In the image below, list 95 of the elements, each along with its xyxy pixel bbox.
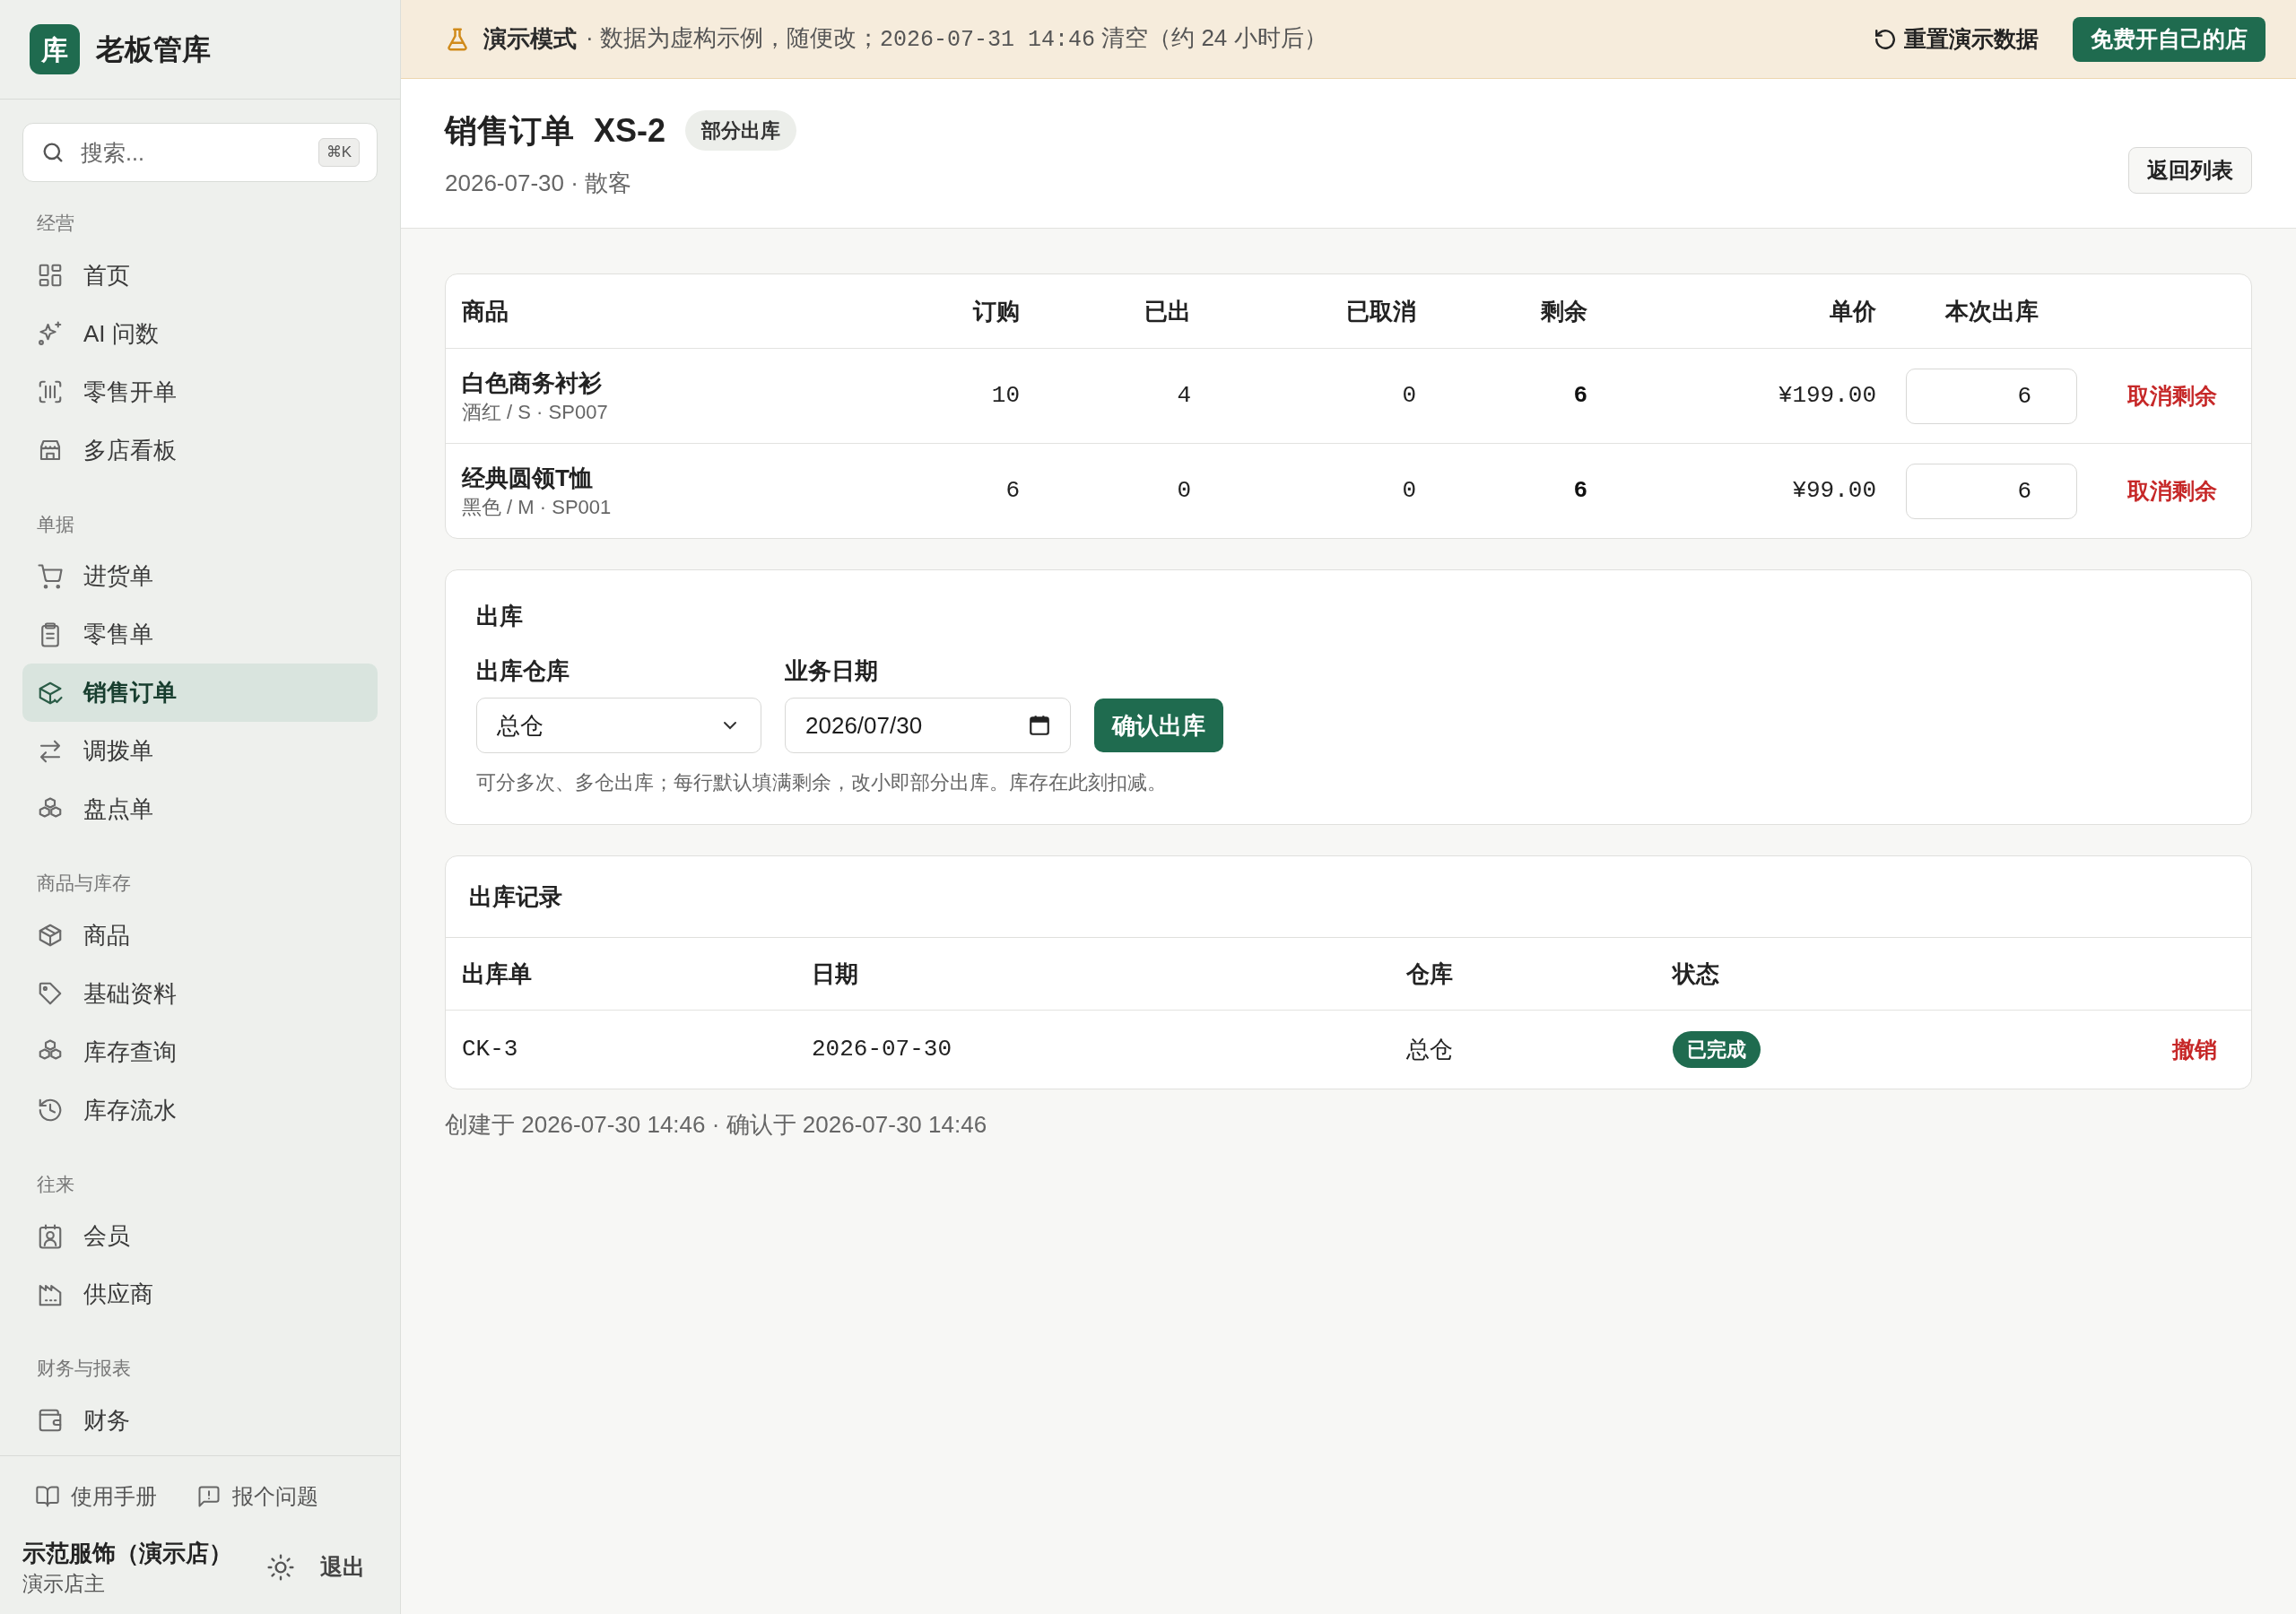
section-title: 出库记录 (469, 881, 562, 912)
field-label: 出库仓库 (476, 656, 570, 686)
column-header: 订购 (971, 296, 1020, 326)
column-header: 仓库 (1406, 959, 1454, 989)
nav-item[interactable]: 零售单 (22, 605, 378, 664)
status-badge: 部分出库 (685, 110, 797, 151)
timestamps-note: 创建于 2026-07-30 14:46 · 确认于 2026-07-30 14:46 (445, 1110, 988, 1140)
table-cell-text: 总仓 (1406, 1035, 1454, 1064)
shortcut-hint: ⌘K (317, 138, 360, 167)
logout-button[interactable]: 退出 (320, 1550, 365, 1584)
nav-item[interactable]: 库存查询 (22, 1022, 378, 1081)
order-meta: 2026-07-30 · 散客 (445, 168, 633, 198)
nav-item[interactable]: 零售开单 (22, 362, 378, 421)
theme-toggle-icon[interactable] (266, 1553, 295, 1582)
table-cell-text: 0 (1401, 476, 1416, 506)
user-role: 演示店主 (22, 1571, 106, 1597)
field-label: 业务日期 (785, 656, 879, 686)
page-title: 销售订单 (445, 110, 574, 151)
store-name: 示范服饰（演示店） (22, 1539, 233, 1568)
quantity-input[interactable]: 6 (1906, 463, 2077, 519)
table-cell-text: 0 (1176, 476, 1191, 506)
nav-item[interactable]: 调拨单 (22, 722, 378, 780)
section-title: 出库 (476, 602, 524, 631)
manual-link[interactable]: 使用手册 (35, 1480, 157, 1513)
cancel-remaining-link[interactable]: 取消剩余 (2127, 473, 2217, 508)
quantity-input[interactable]: 6 (1906, 368, 2077, 424)
product-name: 经典圆领T恤 (462, 463, 594, 493)
table-cell-text: 4 (1176, 381, 1191, 411)
product-name: 白色商务衬衫 (462, 368, 603, 398)
grid-icon (37, 262, 64, 289)
calendar-icon (1028, 714, 1051, 737)
demo-mode-label: 演示模式 (483, 24, 577, 54)
column-header: 状态 (1673, 959, 1720, 989)
nav-item[interactable]: 会员 (22, 1207, 378, 1265)
column-header: 商品 (462, 296, 509, 326)
date-field[interactable]: 2026/07/30 (785, 698, 1071, 753)
nav-item[interactable]: 首页 (22, 246, 378, 305)
table-cell-text: 0 (1401, 381, 1416, 411)
table-cell-text: 6 (1572, 381, 1587, 411)
order-number: XS-2 (594, 110, 666, 151)
message-icon (196, 1484, 222, 1509)
reset-icon (1874, 27, 1897, 51)
table-cell-text: ¥199.00 (1777, 381, 1876, 411)
nav-item[interactable]: AI 问数 (22, 304, 378, 363)
nav-item[interactable]: 财务 (22, 1391, 378, 1450)
column-header: 已取消 (1345, 296, 1416, 326)
column-header: 日期 (812, 959, 859, 989)
nav-item[interactable]: 库存流水 (22, 1080, 378, 1140)
column-header: 出库单 (462, 959, 533, 989)
column-header: 单价 (1829, 296, 1876, 326)
table-cell-text: 6 (1004, 476, 1020, 506)
package-icon (37, 922, 64, 949)
nav-item[interactable]: 商品 (22, 906, 378, 965)
banner-message: · 数据为虚构示例，随便改；2026-07-31 14:46 清空（约 24 小时后） (586, 23, 1327, 56)
contact-card-icon (37, 1222, 64, 1250)
column-header: 剩余 (1540, 296, 1587, 326)
open-store-button[interactable]: 免费开自己的店 (2073, 16, 2266, 62)
history-icon (37, 1097, 64, 1124)
section-label: 单据 (36, 512, 75, 536)
app-name: 老板管库 (96, 32, 211, 67)
section-label: 财务与报表 (36, 1357, 132, 1380)
wallet-icon (37, 1407, 64, 1434)
scan-icon (37, 378, 64, 405)
warehouse-select[interactable]: 总仓 (476, 698, 761, 753)
cart-icon (37, 562, 64, 590)
section-label: 经营 (36, 212, 75, 235)
sparkle-icon (37, 320, 64, 347)
section-label: 往来 (36, 1172, 75, 1196)
nav-item[interactable]: 基础资料 (22, 964, 378, 1023)
confirm-outbound-button[interactable]: 确认出库 (1094, 699, 1223, 752)
table-cell-text: 6 (1572, 476, 1587, 506)
report-link[interactable]: 报个问题 (196, 1480, 318, 1513)
table-cell-text: ¥99.00 (1791, 476, 1876, 506)
column-header: 已出 (1144, 296, 1191, 326)
product-spec: 黑色 / M · SP001 (462, 494, 613, 520)
table-cell-text: 2026-07-30 (812, 1035, 953, 1064)
book-icon (35, 1484, 60, 1509)
app-logo: 库 (30, 24, 80, 74)
column-header: 本次出库 (1944, 296, 2039, 326)
revoke-link[interactable]: 撤销 (2172, 1032, 2217, 1067)
product-spec: 酒红 / S · SP007 (462, 399, 609, 425)
section-label: 商品与库存 (36, 872, 132, 895)
reset-demo-button[interactable]: 重置演示数据 (1874, 22, 2039, 56)
back-to-list-button[interactable]: 返回列表 (2128, 147, 2252, 194)
status-badge: 已完成 (1673, 1031, 1761, 1068)
tag-icon (37, 980, 64, 1007)
nav-item[interactable]: 盘点单 (22, 780, 378, 838)
nav-item[interactable]: 销售订单 (22, 664, 378, 722)
nav-item[interactable]: 供应商 (22, 1265, 378, 1323)
hint-text: 可分多次、多仓出库；每行默认填满剩余，改小即部分出库。库存在此刻扣减。 (476, 770, 1168, 795)
nav-item[interactable]: 多店看板 (22, 421, 378, 480)
table-cell-text: CK-3 (462, 1035, 519, 1064)
nav-item[interactable]: 进货单 (22, 547, 378, 605)
cancel-remaining-link[interactable]: 取消剩余 (2127, 378, 2217, 413)
table-cell-text: 10 (990, 381, 1020, 411)
